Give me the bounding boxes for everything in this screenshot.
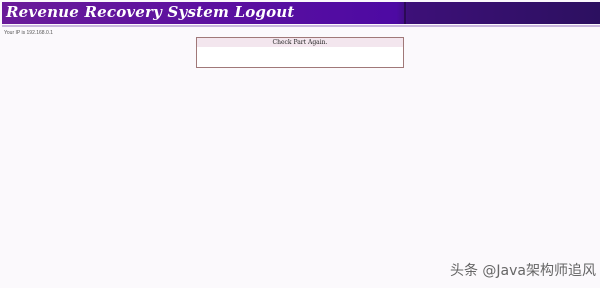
header-banner: Revenue Recovery System Logout bbox=[2, 2, 600, 24]
message-box: Check Part Again. bbox=[196, 37, 404, 68]
message-heading: Check Part Again. bbox=[197, 38, 403, 47]
page-title: Revenue Recovery System Logout bbox=[6, 3, 295, 21]
banner-divider bbox=[404, 2, 406, 24]
header-divider bbox=[2, 25, 600, 27]
watermark-text: 头条 @Java架构师追风 bbox=[449, 263, 596, 279]
ip-address-text: Your IP is 192.168.0.1 bbox=[4, 30, 53, 36]
